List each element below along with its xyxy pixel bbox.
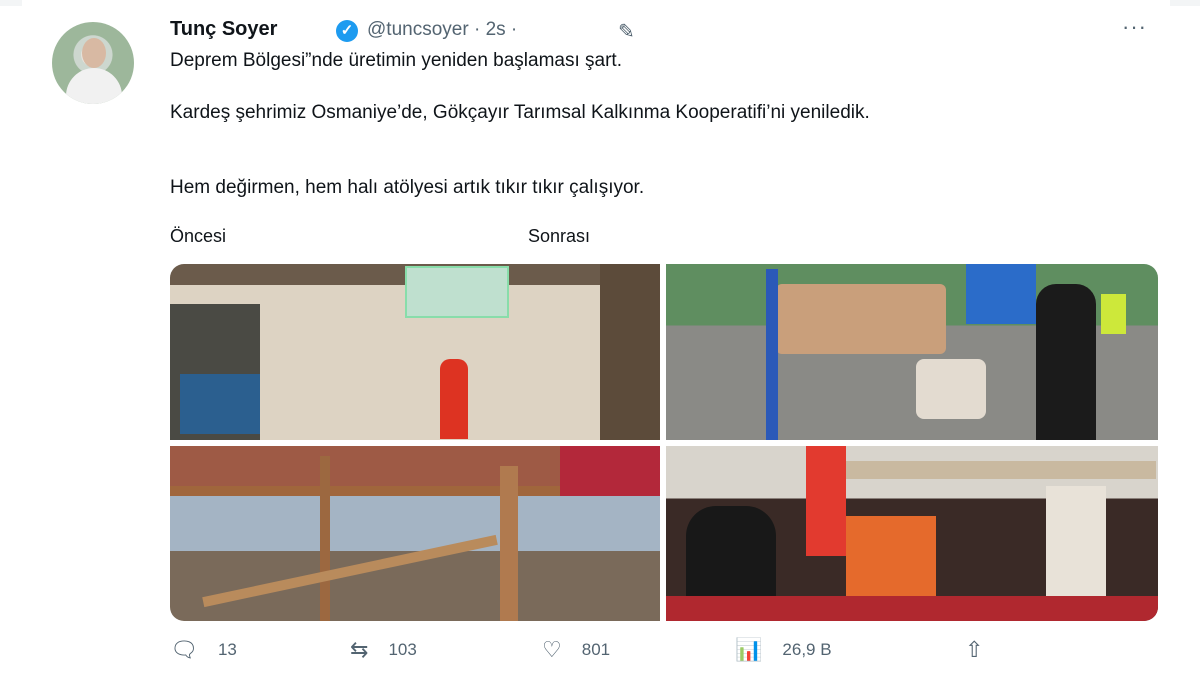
author-name[interactable]: Tunç Soyer bbox=[170, 18, 277, 41]
avatar-head bbox=[82, 38, 106, 68]
timestamp[interactable]: 2s bbox=[486, 19, 506, 40]
retweet-count: 103 bbox=[388, 640, 417, 659]
tweet-text-line: Hem değirmen, hem halı atölyesi artık tı… bbox=[170, 177, 645, 198]
tweet-text-line: Kardeş şehrimiz Osmaniye’de, Gökçayır Ta… bbox=[170, 102, 870, 123]
author-handle[interactable]: @tuncsoyer · 2s · bbox=[367, 19, 517, 41]
separator: · bbox=[510, 19, 518, 40]
views-icon: 📊 bbox=[735, 637, 763, 662]
handle-text: @tuncsoyer bbox=[367, 19, 469, 40]
share-icon: ⇧ bbox=[965, 637, 984, 662]
share-button[interactable]: ⇧ bbox=[965, 637, 983, 663]
photo-workshop-after[interactable] bbox=[666, 446, 1158, 621]
media-grid bbox=[170, 264, 1158, 621]
caption-before: Öncesi bbox=[170, 226, 227, 246]
photo-mill-before[interactable] bbox=[170, 264, 660, 440]
reply-button[interactable]: 🗨 13 bbox=[170, 637, 237, 663]
retweet-button[interactable]: ⇆ 103 bbox=[350, 637, 417, 663]
tweet-card: Tunç Soyer ✓ @tuncsoyer · 2s · ✎ ··· Dep… bbox=[22, 0, 1170, 675]
reply-icon: 🗨 bbox=[170, 637, 198, 662]
caption-after: Sonrası bbox=[528, 226, 591, 246]
avatar[interactable] bbox=[52, 22, 134, 104]
like-button[interactable]: ♡ 801 bbox=[542, 637, 610, 663]
heart-icon: ♡ bbox=[542, 637, 562, 662]
views-button[interactable]: 📊 26,9 B bbox=[735, 637, 832, 663]
edited-icon[interactable]: ✎ bbox=[618, 19, 635, 44]
like-count: 801 bbox=[581, 640, 611, 659]
photo-workshop-before[interactable] bbox=[170, 446, 660, 621]
reply-count: 13 bbox=[217, 640, 237, 659]
photo-mill-after[interactable] bbox=[666, 264, 1158, 440]
tweet-actions: 🗨 13 ⇆ 103 ♡ 801 📊 26,9 B ⇧ bbox=[170, 637, 1160, 663]
retweet-icon: ⇆ bbox=[350, 637, 369, 662]
separator: · bbox=[473, 19, 481, 40]
views-count: 26,9 B bbox=[782, 640, 832, 659]
avatar-body bbox=[66, 68, 122, 104]
verified-badge-icon: ✓ bbox=[336, 20, 358, 42]
tweet-text-line: Deprem Bölgesi”nde üretimin yeniden başl… bbox=[170, 50, 622, 71]
more-options-icon[interactable]: ··· bbox=[1122, 14, 1147, 40]
